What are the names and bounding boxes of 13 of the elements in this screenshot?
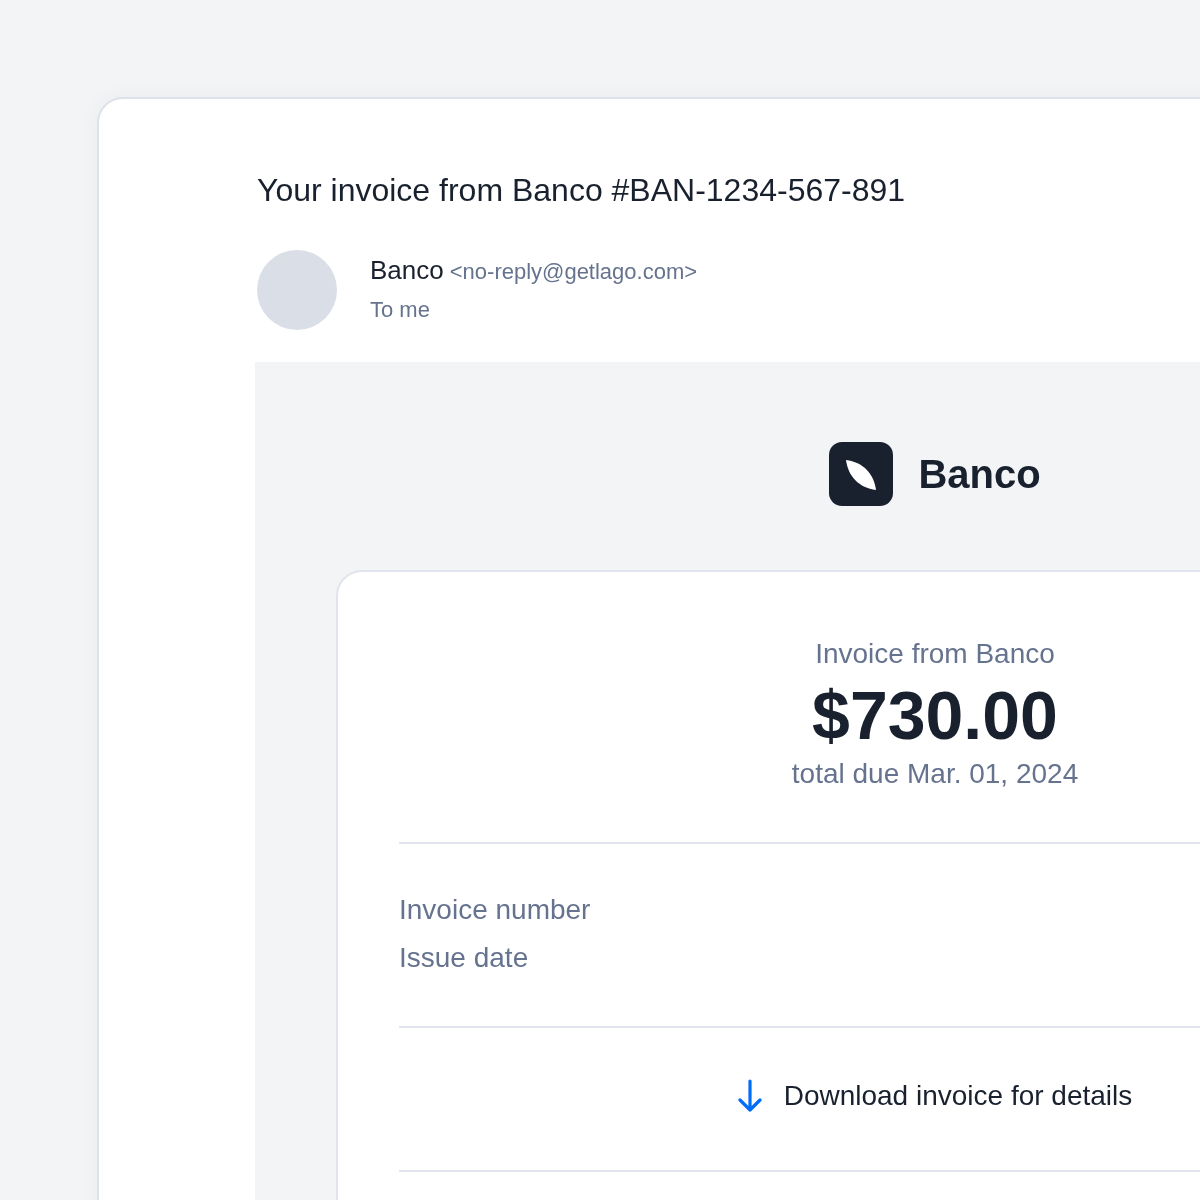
sender-name: Banco — [370, 255, 444, 285]
email-subject: Your invoice from Banco #BAN-1234-567-891 — [257, 171, 907, 210]
detail-label: Invoice number — [399, 893, 592, 927]
logo-icon — [829, 442, 894, 506]
brand-name: Banco — [918, 451, 1041, 498]
download-link[interactable]: Download invoice for details — [737, 1078, 1133, 1114]
sender-address: <no-reply@getlago.com> — [449, 259, 698, 284]
invoice-amount: $730.00 — [811, 676, 1059, 755]
invoice-title: Invoice from Banco — [814, 637, 1056, 671]
recipient-label: To me — [370, 296, 431, 324]
due-date: total due Mar. 01, 2024 — [790, 757, 1080, 791]
download-icon — [737, 1079, 762, 1113]
detail-label: Issue date — [399, 941, 530, 975]
